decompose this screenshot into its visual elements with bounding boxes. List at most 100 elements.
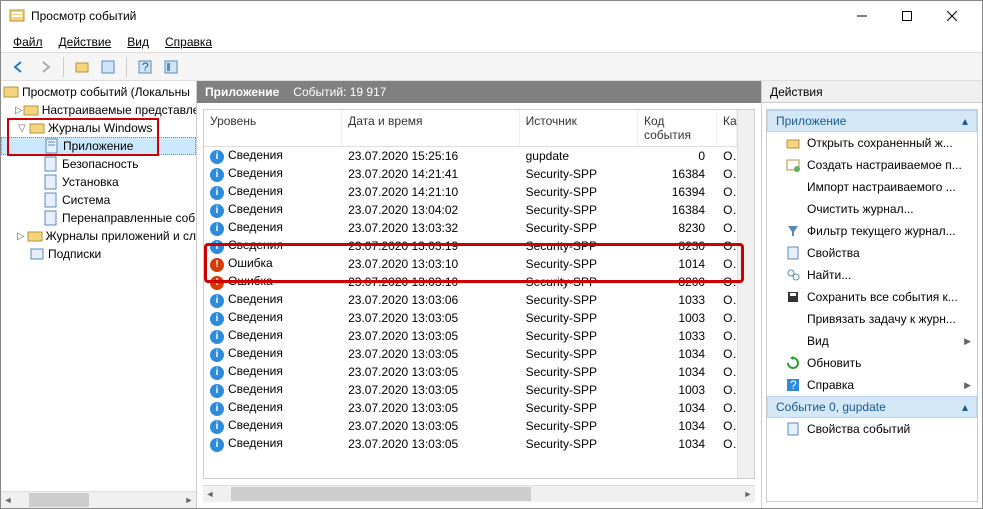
action-properties[interactable]: Свойства	[767, 242, 977, 264]
titlebar: Просмотр событий	[1, 1, 982, 31]
scroll-left-icon[interactable]: ◄	[203, 487, 217, 501]
cell-category: О	[717, 149, 737, 163]
collapse-icon: ▴	[962, 400, 968, 414]
action-help[interactable]: ?Справка▶	[767, 374, 977, 396]
forward-button[interactable]	[33, 55, 57, 79]
table-row[interactable]: iСведения23.07.2020 13:03:05Security-SPP…	[204, 381, 737, 399]
table-row[interactable]: iСведения23.07.2020 13:03:19Security-SPP…	[204, 237, 737, 255]
table-row[interactable]: iСведения23.07.2020 13:03:05Security-SPP…	[204, 309, 737, 327]
scroll-thumb[interactable]	[29, 493, 89, 507]
main-scrollbar-h[interactable]: ◄ ►	[203, 485, 755, 502]
tree-setup[interactable]: Установка	[1, 173, 196, 191]
col-code[interactable]: Код события	[638, 110, 717, 146]
menu-action[interactable]: Действие	[53, 33, 118, 51]
scroll-right-icon[interactable]: ►	[182, 493, 196, 507]
info-icon: i	[210, 366, 224, 380]
help-button[interactable]: ?	[133, 55, 157, 79]
log-icon	[43, 210, 59, 226]
table-row[interactable]: iСведения23.07.2020 13:03:06Security-SPP…	[204, 291, 737, 309]
action-create-custom[interactable]: Создать настраиваемое п...	[767, 154, 977, 176]
table-row[interactable]: iСведения23.07.2020 13:03:05Security-SPP…	[204, 435, 737, 453]
table-row[interactable]: iСведения23.07.2020 13:03:05Security-SPP…	[204, 363, 737, 381]
cell-category: О	[717, 401, 737, 415]
tree-subscriptions[interactable]: Подписки	[1, 245, 196, 263]
tree-app-logs[interactable]: ▷ Журналы приложений и сл	[1, 227, 196, 245]
action-clear-log[interactable]: Очистить журнал...	[767, 198, 977, 220]
action-filter[interactable]: Фильтр текущего журнал...	[767, 220, 977, 242]
cell-category: О	[717, 167, 737, 181]
tree-forwarded[interactable]: Перенаправленные соб	[1, 209, 196, 227]
folder-icon	[29, 120, 45, 136]
cell-date: 23.07.2020 13:03:10	[342, 257, 520, 271]
table-row[interactable]: !Ошибка23.07.2020 13:03:10Security-SPP10…	[204, 255, 737, 273]
cell-date: 23.07.2020 13:03:32	[342, 221, 520, 235]
col-source[interactable]: Источник	[520, 110, 638, 146]
action-refresh[interactable]: Обновить	[767, 352, 977, 374]
collapse-icon[interactable]: ▽	[15, 123, 29, 134]
action-save-all[interactable]: Сохранить все события к...	[767, 286, 977, 308]
folder-open-icon	[785, 135, 801, 151]
table-row[interactable]: iСведения23.07.2020 13:03:05Security-SPP…	[204, 327, 737, 345]
col-category[interactable]: Ка	[717, 110, 737, 146]
table-row[interactable]: iСведения23.07.2020 13:03:32Security-SPP…	[204, 219, 737, 237]
action-view[interactable]: Вид▶	[767, 330, 977, 352]
action-find[interactable]: Найти...	[767, 264, 977, 286]
actions-section-event[interactable]: Событие 0, gupdate ▴	[767, 396, 977, 418]
cell-category: О	[717, 365, 737, 379]
table-row[interactable]: iСведения23.07.2020 13:04:02Security-SPP…	[204, 201, 737, 219]
cell-code: 1003	[638, 383, 717, 397]
refresh-icon	[785, 355, 801, 371]
properties-button[interactable]	[96, 55, 120, 79]
clear-icon	[785, 201, 801, 217]
table-row[interactable]: iСведения23.07.2020 13:03:05Security-SPP…	[204, 399, 737, 417]
cell-date: 23.07.2020 13:03:19	[342, 239, 520, 253]
tree-system[interactable]: Система	[1, 191, 196, 209]
actions-section-app[interactable]: Приложение ▴	[767, 110, 977, 132]
tree-windows-logs[interactable]: ▽ Журналы Windows	[1, 119, 196, 137]
close-button[interactable]	[929, 2, 974, 30]
menubar: Файл Действие Вид Справка	[1, 31, 982, 53]
tree-security[interactable]: Безопасность	[1, 155, 196, 173]
expand-icon[interactable]: ▷	[15, 231, 27, 242]
menu-file[interactable]: Файл	[7, 33, 49, 51]
table-row[interactable]: iСведения23.07.2020 14:21:41Security-SPP…	[204, 165, 737, 183]
tree-scrollbar-h[interactable]: ◄ ►	[1, 491, 196, 508]
minimize-button[interactable]	[839, 2, 884, 30]
cell-category: О	[717, 239, 737, 253]
expand-icon[interactable]: ▷	[15, 105, 23, 116]
tree-custom-views[interactable]: ▷ Настраиваемые представле	[1, 101, 196, 119]
action-open-saved[interactable]: Открыть сохраненный ж...	[767, 132, 977, 154]
cell-source: Security-SPP	[520, 347, 638, 361]
tree[interactable]: Просмотр событий (Локальны ▷ Настраиваем…	[1, 81, 196, 491]
menu-view[interactable]: Вид	[121, 33, 155, 51]
cell-code: 8230	[638, 239, 717, 253]
main-header-count: Событий: 19 917	[293, 85, 386, 99]
cell-source: Security-SPP	[520, 167, 638, 181]
col-date[interactable]: Дата и время	[342, 110, 520, 146]
maximize-button[interactable]	[884, 2, 929, 30]
info-icon: i	[210, 240, 224, 254]
tree-application[interactable]: Приложение	[1, 137, 196, 155]
table-row[interactable]: iСведения23.07.2020 13:03:05Security-SPP…	[204, 345, 737, 363]
extra-button[interactable]	[159, 55, 183, 79]
action-import-custom[interactable]: Импорт настраиваемого ...	[767, 176, 977, 198]
tree-root[interactable]: Просмотр событий (Локальны	[1, 83, 196, 101]
table-scrollbar-v[interactable]	[737, 110, 754, 478]
col-level[interactable]: Уровень	[204, 110, 342, 146]
table-row[interactable]: !Ошибка23.07.2020 13:03:10Security-SPP82…	[204, 273, 737, 291]
show-tree-button[interactable]	[70, 55, 94, 79]
cell-category: О	[717, 347, 737, 361]
action-event-properties[interactable]: Свойства событий	[767, 418, 977, 440]
info-icon: i	[210, 420, 224, 434]
back-button[interactable]	[7, 55, 31, 79]
scroll-thumb[interactable]	[231, 487, 531, 501]
table-row[interactable]: iСведения23.07.2020 14:21:10Security-SPP…	[204, 183, 737, 201]
eventviewer-icon	[3, 84, 19, 100]
scroll-right-icon[interactable]: ►	[741, 487, 755, 501]
table-row[interactable]: iСведения23.07.2020 15:25:16gupdate0О	[204, 147, 737, 165]
table-row[interactable]: iСведения23.07.2020 13:03:05Security-SPP…	[204, 417, 737, 435]
menu-help[interactable]: Справка	[159, 33, 218, 51]
scroll-left-icon[interactable]: ◄	[1, 493, 15, 507]
action-attach-task[interactable]: Привязать задачу к журн...	[767, 308, 977, 330]
cell-source: Security-SPP	[520, 293, 638, 307]
